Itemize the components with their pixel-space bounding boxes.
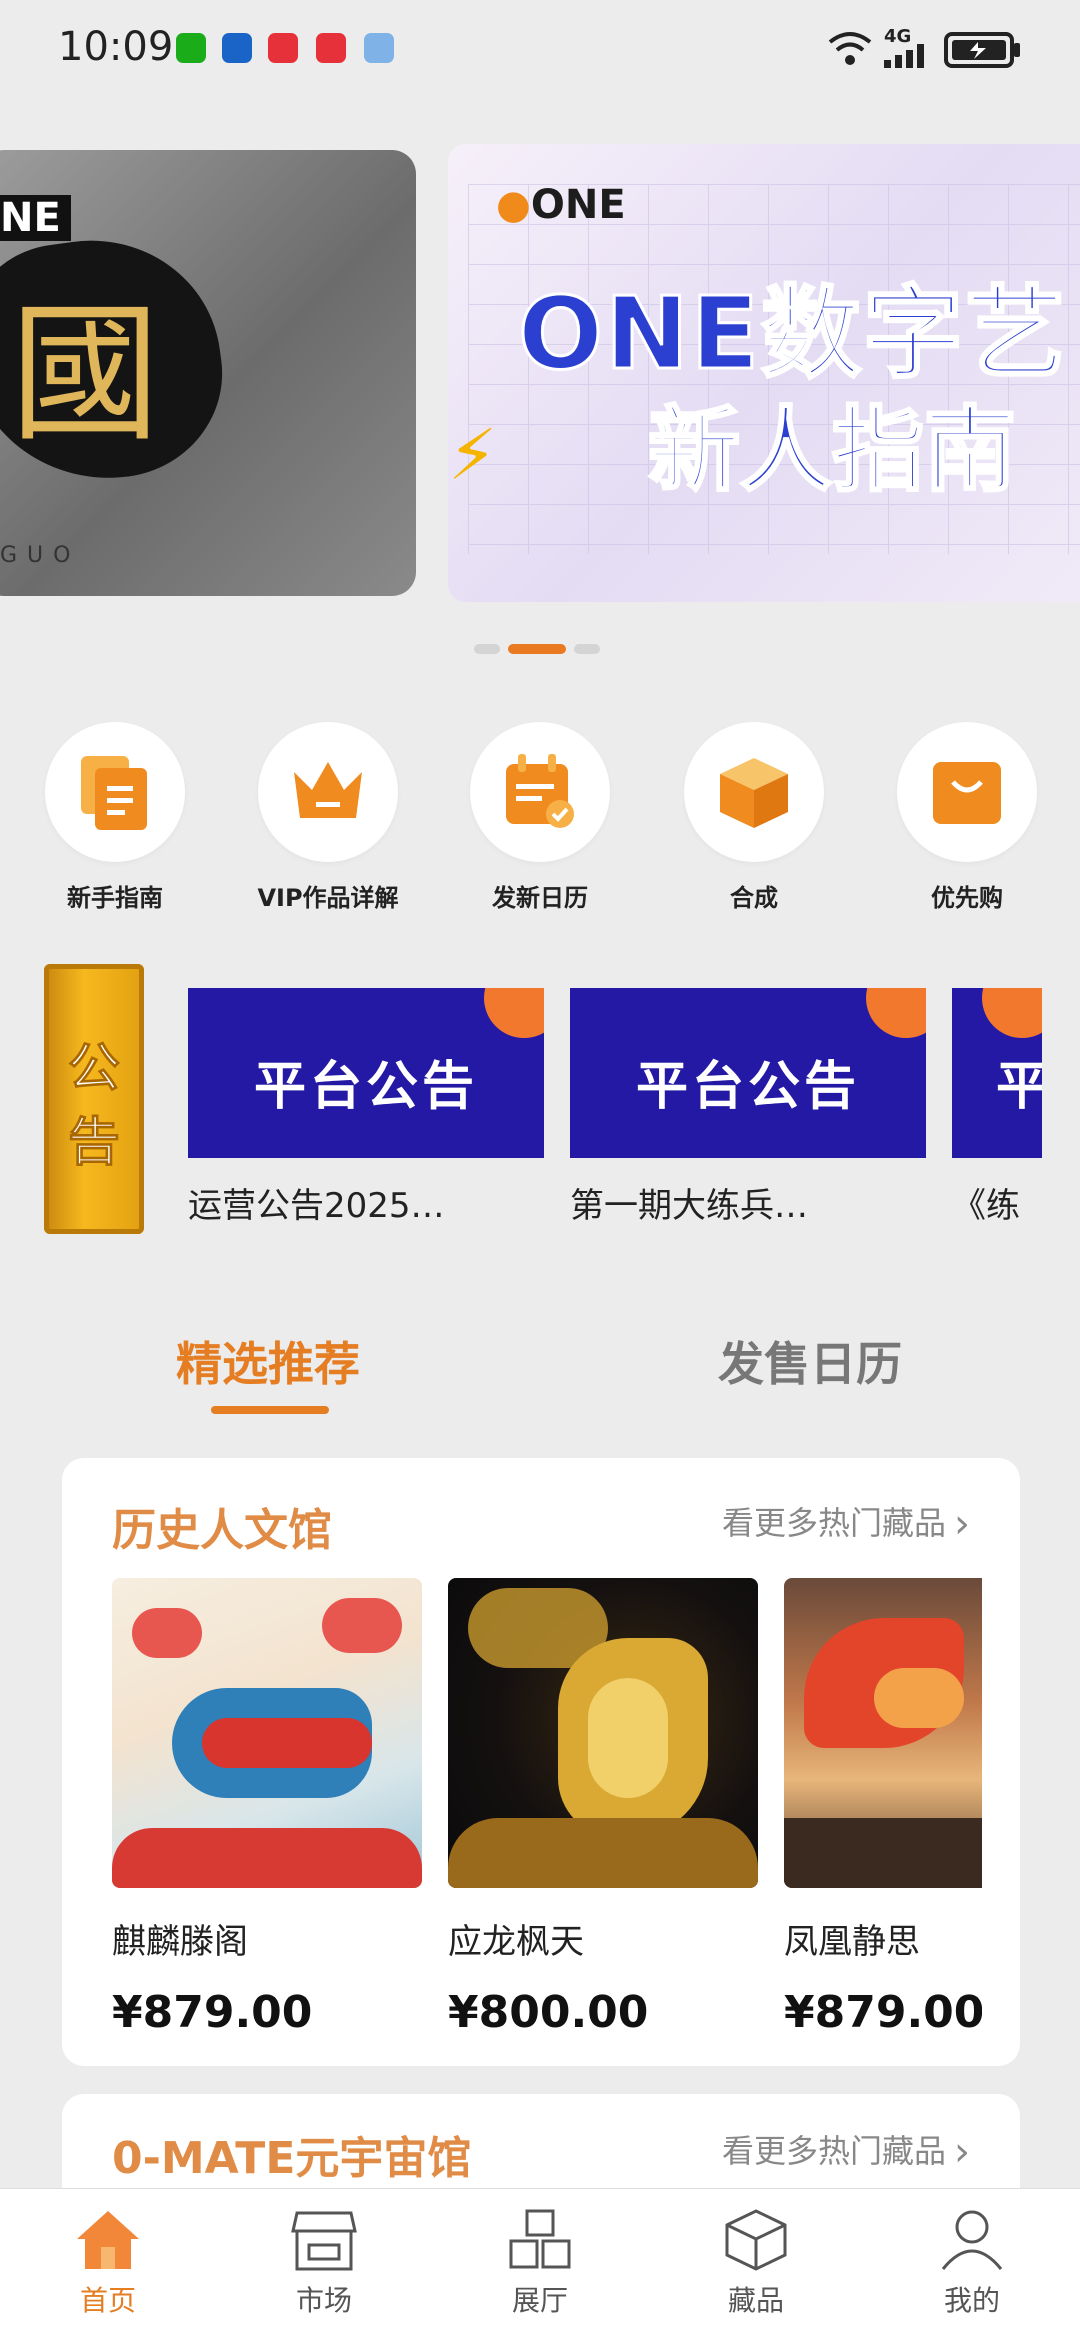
menu-item-vip[interactable]: VIP作品详解 (248, 722, 408, 913)
nav-label: 市场 (295, 2284, 352, 2317)
content-tabs: 精选推荐 发售日历 (0, 1320, 1080, 1414)
tag-char: 告 (67, 1113, 120, 1174)
quick-menu: 新手指南 VIP作品详解 发新日历 合成 优先购 (0, 722, 1080, 922)
banner-slide[interactable]: 國 NE GUO (0, 150, 416, 596)
collection-section: 历史人文馆 看更多热门藏品 › 麒麟滕阁 ¥879.00 应龙枫天 ¥800.00 (62, 1458, 1020, 2066)
shopping-bag-icon (897, 722, 1037, 862)
see-more-label: 看更多热门藏品 (721, 1504, 946, 1542)
cube-icon (684, 722, 824, 862)
calendar-icon (470, 722, 610, 862)
store-icon (291, 2211, 357, 2271)
menu-label: VIP作品详解 (257, 884, 399, 912)
bottom-navigation: 首页 市场 展厅 藏品 我的 (0, 2188, 1080, 2341)
menu-label: 发新日历 (492, 884, 588, 912)
profile-icon (941, 2210, 1003, 2270)
item-price: ¥800.00 (448, 1987, 649, 2038)
calligraphy-glyph: 國 (10, 288, 161, 462)
announcement-image: 平 (952, 988, 1042, 1158)
banner-slide-active[interactable]: ●ONE ⚡ ONE数字艺 新人指南 (448, 144, 1080, 602)
browser-icon (364, 33, 394, 63)
nav-label: 藏品 (727, 2284, 784, 2317)
menu-item-calendar[interactable]: 发新日历 (460, 722, 620, 913)
tab-release-calendar[interactable]: 发售日历 (718, 1328, 902, 1394)
see-more-link[interactable]: 看更多热门藏品 › (721, 1498, 970, 1547)
item-price: ¥879.00 (784, 1987, 982, 2038)
item-name: 麒麟滕阁 (112, 1922, 248, 1962)
collection-items: 麒麟滕阁 ¥879.00 应龙枫天 ¥800.00 凤凰静思 ¥879.00 (112, 1578, 982, 2058)
see-more-label: 看更多热门藏品 (721, 2132, 946, 2170)
item-price: ¥879.00 (112, 1987, 313, 2038)
announcement-card[interactable]: 平台公告 第一期大练兵… (570, 988, 926, 1227)
lightning-icon: ⚡ (448, 414, 498, 496)
announcement-title: 《练 (952, 1186, 1020, 1226)
nav-home[interactable]: 首页 (48, 2207, 168, 2319)
announcement-strip: 公 告 平台公告 运营公告2025… 平台公告 第一期大练兵… 平 《练 (0, 964, 1080, 1244)
announcement-tag: 公 告 (44, 964, 144, 1234)
item-name: 凤凰静思 (784, 1922, 920, 1962)
item-name: 应龙枫天 (448, 1922, 584, 1962)
status-bar: 10:09 4G (0, 0, 1080, 100)
tag-char: 公 (67, 1039, 120, 1100)
battery-icon (944, 32, 1020, 68)
item-image (784, 1578, 982, 1888)
announcement-title: 运营公告2025… (188, 1186, 445, 1226)
menu-item-synthesis[interactable]: 合成 (674, 722, 834, 913)
wifi-icon (828, 32, 872, 65)
collection-item[interactable]: 应龙枫天 ¥800.00 (448, 1578, 758, 2038)
section-title: 历史人文馆 (112, 1505, 332, 1556)
nav-gallery[interactable]: 展厅 (480, 2207, 600, 2319)
nav-label: 展厅 (511, 2284, 568, 2317)
menu-label: 新手指南 (67, 884, 163, 912)
menu-label: 优先购 (931, 884, 1003, 912)
slide-corner-text: NE (0, 195, 71, 241)
see-more-link[interactable]: 看更多热门藏品 › (721, 2126, 970, 2175)
menu-item-priority[interactable]: 优先购 (887, 722, 1047, 913)
nav-label: 我的 (943, 2284, 1000, 2317)
wechat-icon (176, 33, 206, 63)
banner-subtitle: 新人指南 (646, 396, 1017, 506)
announcement-card[interactable]: 平台公告 运营公告2025… (188, 988, 544, 1227)
guide-icon (45, 722, 185, 862)
collection-item[interactable]: 凤凰静思 ¥879.00 (784, 1578, 982, 2038)
item-image (448, 1578, 758, 1888)
tab-featured[interactable]: 精选推荐 (176, 1328, 360, 1394)
announcement-image-text: 平 (996, 1057, 1042, 1117)
collection-item[interactable]: 麒麟滕阁 ¥879.00 (112, 1578, 422, 2038)
announcement-card[interactable]: 平 《练 (952, 988, 1042, 1227)
section-title: 0-MATE元宇宙馆 (112, 2133, 472, 2184)
box-icon (725, 2209, 787, 2271)
nav-market[interactable]: 市场 (264, 2207, 384, 2319)
chevron-right-icon: › (954, 1501, 970, 1547)
app-icon (222, 33, 252, 63)
announcement-image-text: 平台公告 (635, 1057, 860, 1117)
item-image (112, 1578, 422, 1888)
slide-caption: GUO (0, 543, 81, 568)
carousel-dot-active (508, 644, 566, 654)
announcement-title: 第一期大练兵… (570, 1186, 808, 1226)
gallery-icon (509, 2209, 571, 2269)
xiaohongshu-icon (268, 33, 298, 63)
menu-label: 合成 (730, 884, 778, 912)
announcement-image: 平台公告 (188, 988, 544, 1158)
one-logo: ●ONE (496, 182, 626, 228)
menu-item-guide[interactable]: 新手指南 (35, 722, 195, 913)
announcement-image: 平台公告 (570, 988, 926, 1158)
nav-profile[interactable]: 我的 (912, 2207, 1032, 2319)
xiaohongshu-icon (316, 33, 346, 63)
carousel-dot (474, 644, 500, 654)
signal-icon (884, 44, 924, 68)
tab-underline (211, 1406, 329, 1414)
announcement-image-text: 平台公告 (253, 1057, 478, 1117)
nav-label: 首页 (79, 2284, 136, 2317)
crown-icon (258, 722, 398, 862)
carousel-dot (574, 644, 600, 654)
home-icon (77, 2211, 139, 2269)
status-time: 10:09 (58, 24, 174, 70)
nav-collection[interactable]: 藏品 (696, 2207, 816, 2319)
banner-carousel[interactable]: 國 NE GUO ●ONE ⚡ ONE数字艺 新人指南 (0, 140, 1080, 610)
chevron-right-icon: › (954, 2129, 970, 2175)
carousel-indicator (0, 644, 1080, 654)
